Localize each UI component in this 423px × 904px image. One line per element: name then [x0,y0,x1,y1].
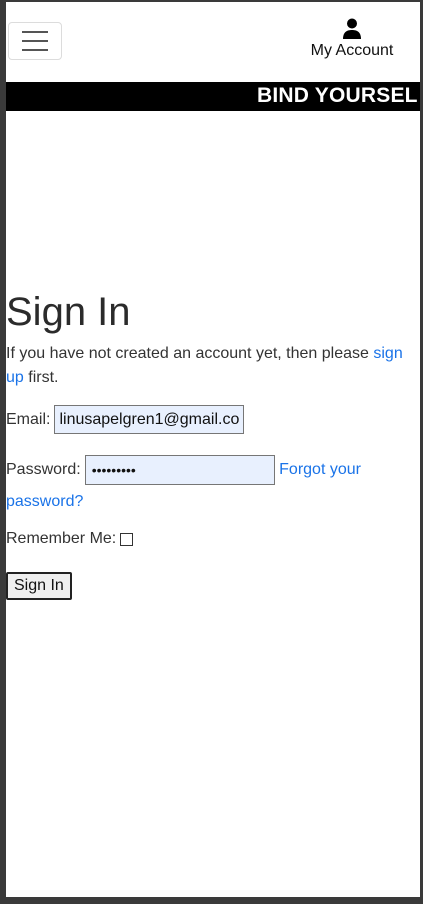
my-account-link[interactable]: My Account [302,18,402,60]
signin-section: Sign In If you have not created an accou… [6,288,420,600]
hamburger-menu-icon [22,49,48,51]
user-icon [343,18,361,39]
hamburger-menu-icon [22,31,48,33]
remember-me-checkbox[interactable] [120,532,134,546]
menu-toggle-button[interactable] [8,22,62,60]
password-row: Password: Forgot your password? [6,454,420,518]
hamburger-menu-icon [22,40,48,42]
promo-banner: BIND YOURSEL [6,82,420,111]
email-row: Email: [6,405,420,434]
password-field[interactable] [84,454,275,485]
intro-prefix: If you have not created an account yet, … [6,345,374,362]
remember-label: Remember Me: [6,530,117,547]
remember-row: Remember Me: [6,530,420,548]
page: My Account BIND YOURSEL Sign In If you h… [6,2,420,897]
password-label: Password: [6,461,81,478]
email-label: Email: [6,410,51,428]
banner-text: BIND YOURSEL [257,84,418,107]
navbar: My Account [6,2,420,82]
my-account-label: My Account [310,42,394,59]
signin-intro: If you have not created an account yet, … [6,342,420,390]
page-title: Sign In [6,290,131,334]
intro-suffix: first. [23,369,59,386]
sign-in-button[interactable]: Sign In [6,572,72,600]
email-field[interactable] [54,405,245,434]
